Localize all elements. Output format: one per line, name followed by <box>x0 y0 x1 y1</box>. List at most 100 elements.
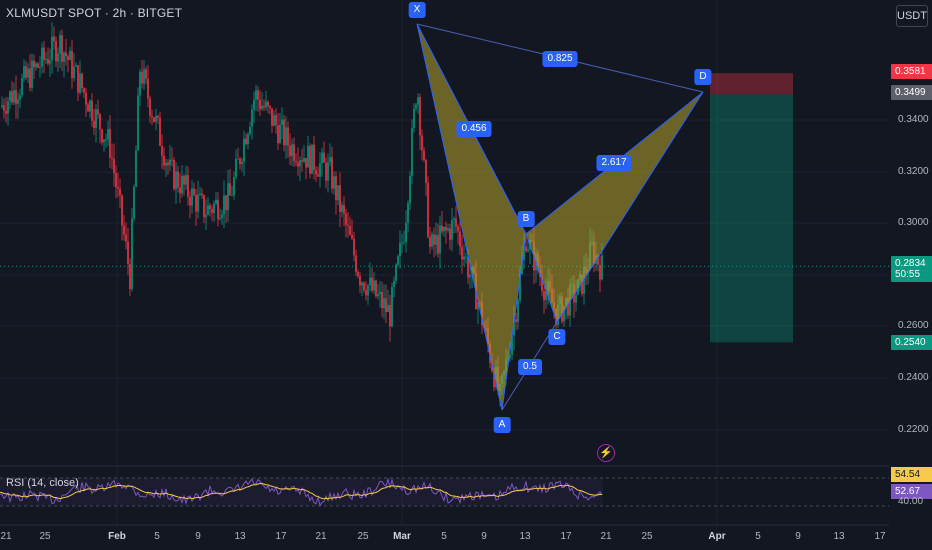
candle-body <box>105 139 107 141</box>
candle-body <box>269 106 271 109</box>
candle-body <box>65 52 67 57</box>
candle-body <box>333 176 335 189</box>
candle-body <box>259 99 261 110</box>
point-b-label[interactable]: B <box>517 211 535 227</box>
candle-body <box>53 36 55 42</box>
currency-button[interactable]: USDT <box>896 5 928 27</box>
candle-body <box>111 157 113 159</box>
candle-body <box>229 183 231 196</box>
candle-body <box>185 175 187 185</box>
candle-body <box>101 129 103 143</box>
symbol-title[interactable]: XLMUSDT SPOT · 2h · BITGET <box>6 6 182 20</box>
candle-body <box>183 175 185 185</box>
candle-body <box>315 169 317 175</box>
candle-body <box>151 115 153 118</box>
candle-body <box>363 282 365 291</box>
candle-body <box>143 69 145 84</box>
candle-body <box>213 203 215 213</box>
candle-body <box>125 234 127 242</box>
point-c-label[interactable]: C <box>548 329 566 345</box>
candle-body <box>133 186 135 219</box>
candle-body <box>41 47 43 67</box>
candle-body <box>317 174 319 177</box>
time-tick: 21 <box>315 531 327 542</box>
time-tick: 9 <box>795 531 801 542</box>
candle-body <box>123 225 125 235</box>
point-a-label[interactable]: A <box>493 417 511 433</box>
ratio-xb-label[interactable]: 0.456 <box>456 121 492 137</box>
lightning-icon[interactable]: ⚡ <box>597 444 615 462</box>
candle-body <box>155 115 157 122</box>
candle-body <box>263 105 265 108</box>
candle-body <box>409 175 411 204</box>
candle-body <box>351 234 353 239</box>
candle-body <box>291 144 293 157</box>
take-profit-zone <box>710 94 793 343</box>
candle-body <box>457 226 459 232</box>
candle-body <box>91 100 93 121</box>
candle-body <box>215 199 217 204</box>
candle-body <box>419 97 421 136</box>
candle-body <box>223 195 225 215</box>
candle-body <box>149 98 151 116</box>
candle-body <box>93 120 95 129</box>
time-tick: 17 <box>275 531 287 542</box>
candle-body <box>515 319 517 323</box>
candle-body <box>287 127 289 146</box>
candle-body <box>459 231 461 247</box>
candle-body <box>171 159 173 161</box>
rsi-ma-tag: 54.54 <box>891 467 932 482</box>
candle-body <box>3 105 5 111</box>
candle-body <box>181 175 183 194</box>
candle-body <box>437 234 439 254</box>
candle-body <box>361 282 363 286</box>
candle-body <box>61 35 63 62</box>
time-tick: 25 <box>39 531 51 542</box>
point-d-label[interactable]: D <box>694 69 712 85</box>
time-tick: 13 <box>234 531 246 542</box>
price-tick: 0.2200 <box>898 424 929 435</box>
candle-body <box>405 222 407 242</box>
time-tick: 9 <box>195 531 201 542</box>
candle-body <box>233 176 235 196</box>
candle-body <box>443 226 445 232</box>
candle-body <box>109 129 111 158</box>
price-chart[interactable] <box>0 0 932 550</box>
candle-body <box>15 90 17 104</box>
candle-body <box>145 69 147 79</box>
candle-body <box>205 214 207 218</box>
candle-body <box>379 291 381 295</box>
candle-body <box>421 135 423 151</box>
candle-body <box>153 117 155 122</box>
candle-body <box>127 241 129 264</box>
candle-body <box>255 90 257 100</box>
ratio-xd-label[interactable]: 0.825 <box>542 51 578 67</box>
candle-body <box>163 155 165 166</box>
candle-body <box>11 91 13 103</box>
candle-body <box>193 188 195 195</box>
candle-body <box>47 59 49 64</box>
candle-body <box>325 162 327 181</box>
rsi-title[interactable]: RSI (14, close) <box>6 477 79 489</box>
candle-body <box>247 134 249 145</box>
candle-body <box>429 236 431 247</box>
candle-body <box>439 225 441 254</box>
candle-body <box>141 71 143 84</box>
ratio-ac-label[interactable]: 0.5 <box>518 359 542 375</box>
candle-body <box>347 224 349 226</box>
candle-body <box>395 264 397 281</box>
candle-body <box>353 238 355 256</box>
time-tick: 5 <box>441 531 447 542</box>
candle-body <box>393 280 395 287</box>
candle-body <box>219 218 221 220</box>
candle-body <box>377 294 379 297</box>
candle-body <box>407 203 409 223</box>
candle-body <box>525 246 527 251</box>
candle-body <box>399 242 401 257</box>
candle-body <box>469 274 471 278</box>
point-x-label[interactable]: X <box>408 2 426 18</box>
candle-body <box>25 66 27 78</box>
candle-body <box>373 280 375 291</box>
bcd-triangle <box>525 91 704 324</box>
ratio-bd-label[interactable]: 2.617 <box>596 155 632 171</box>
